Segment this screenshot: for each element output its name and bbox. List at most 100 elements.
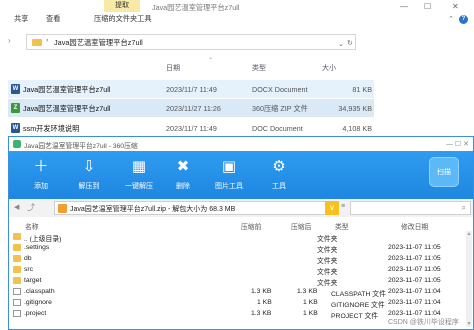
parent-folder-icon [13,233,21,240]
row-type: CLASSPATH 文件 [331,291,386,298]
row-modified: 2023-11-07 11:04 [388,310,441,317]
folder-icon [13,266,21,273]
close-icon[interactable]: ✕ [452,2,459,11]
tools-button[interactable]: ⚙ 工具 [253,154,305,198]
extract-to-label: 解压到 [78,183,100,190]
file-row[interactable]: W ssm开发环境说明 2023/11/7 11:49 DOC Document… [8,119,374,137]
row-original: 1 KB [303,299,318,306]
row-name: target [24,277,42,284]
folder-icon [13,277,21,284]
doc-icon: W [11,123,20,133]
row-type: GITIGNORE 文件 [331,302,385,309]
scroll-down-icon[interactable]: ▼ [466,321,472,327]
row-type: 文件夹 [317,258,338,265]
row-name: src [24,266,34,273]
delete-button[interactable]: ✖ 删除 [157,154,209,198]
watermark: CSDN @铁川毕设程序 [388,319,459,326]
zip-window-controls[interactable]: — ☐ ✕ [446,140,469,148]
file-icon [13,299,21,306]
file-size: 81 KB [352,85,372,94]
row-type: 文件夹 [317,236,338,243]
file-row[interactable]: Z Java园艺温室管理平台z7ull 2023/11/27 11:26 360… [8,99,374,117]
column-type[interactable]: 类型 [252,63,266,73]
zip-toolbar: ＋ 添加 ⇩ 解压到 ▦ 一键解压 ✖ 删除 ▣ 图片工具 ⚙ 工具 扫描 [9,151,473,199]
vertical-scrollbar[interactable]: ▲ ▼ [466,231,472,327]
file-size: 4,108 KB [342,124,372,133]
dropdown-v-icon[interactable]: ∨ [325,201,339,215]
zip-titlebar: Java园艺温室管理平台z7ull - 360压缩 — ☐ ✕ [9,137,473,151]
tab-compressed-folder-tools[interactable]: 压缩的文件夹工具 [94,14,152,24]
minimize-icon[interactable]: — [400,2,408,11]
window-title: Java园艺温室管理平台z7ull [152,3,240,12]
file-row[interactable]: W Java园艺温室管理平台z7ull 2023/11/7 11:49 DOCX… [8,80,374,98]
column-type[interactable]: 类型 [335,221,349,231]
address-bar[interactable]: › Java园艺温室管理平台z7ull [26,34,356,50]
row-modified: 2023-11-07 11:05 [388,277,441,284]
row-compressed: 1 KB [257,299,272,306]
refresh-icon[interactable]: ↻ [347,39,353,47]
collapse-ribbon-icon[interactable]: ⌃ [448,15,454,23]
row-compressed: 1.3 KB [251,310,272,317]
row-modified: 2023-11-07 11:04 [388,288,441,295]
zip-row[interactable]: db 文件夹 2023-11-07 11:05 [9,254,473,265]
file-icon [13,288,21,295]
add-label: 添加 [34,183,48,190]
column-size[interactable]: 大小 [322,63,336,73]
zip-path-box[interactable]: Java园艺温室管理平台z7ull.zip - 解包大小为 68.3 MB [54,201,338,215]
tools-icon: ⚙ [272,158,286,175]
folder-icon [13,255,21,262]
back-icon[interactable]: ◀ [14,203,19,211]
zip-column-header: 名称 压缩前 压缩后 类型 修改日期 [9,219,473,231]
scan-button[interactable]: 扫描 [429,157,459,187]
column-compressed[interactable]: 压缩前 [241,221,261,231]
zip-title: Java园艺温室管理平台z7ull - 360压缩 [24,143,138,150]
row-original: 1.3 KB [297,288,318,295]
image-tool-label: 图片工具 [215,183,243,190]
row-type: 文件夹 [317,269,338,276]
zip-search-input[interactable]: ⌕ [350,201,471,215]
tab-share[interactable]: 共享 [14,14,28,24]
zip-row[interactable]: .. (上级目录) 文件夹 [9,232,473,243]
zip-icon: Z [11,103,20,113]
nav-up-icon[interactable]: › [8,36,11,45]
extract-to-icon: ⇩ [82,158,96,175]
tab-view[interactable]: 查看 [46,14,60,24]
row-modified: 2023-11-07 11:05 [388,266,441,273]
extract-to-button[interactable]: ⇩ 解压到 [63,154,115,198]
file-icon [13,310,21,317]
tab-extract[interactable]: 提取 [104,0,140,12]
row-name: .settings [24,244,50,251]
column-date[interactable]: 日期 [166,63,180,73]
row-name: .classpath [24,288,55,295]
zip-row[interactable]: .gitignore 1 KB 1 KB GITIGNORE 文件 2023-1… [9,298,473,309]
zip-row[interactable]: .classpath 1.3 KB 1.3 KB CLASSPATH 文件 20… [9,287,473,298]
add-button[interactable]: ＋ 添加 [15,154,67,198]
row-original: 1 KB [303,310,318,317]
app-logo-icon [13,140,21,148]
scroll-up-icon[interactable]: ▲ [466,231,472,237]
help-icon[interactable]: ? [459,15,468,24]
address-dropdown-icon[interactable]: ⌄ [338,40,344,48]
zip-row[interactable]: target 文件夹 2023-11-07 11:05 [9,276,473,287]
column-name[interactable]: 名称 [25,221,39,231]
column-original[interactable]: 压缩后 [291,221,311,231]
file-name: Java园艺温室管理平台z7ull [23,85,111,94]
file-type: DOCX Document [252,85,308,94]
menu-icon[interactable]: ≡ [341,203,345,210]
maximize-icon[interactable]: ☐ [424,2,431,11]
up-folder-icon[interactable]: ⤴ [27,202,35,213]
explorer-ribbon: 提取 Java园艺温室管理平台z7ull — ☐ ✕ 共享 查看 压缩的文件夹工… [0,0,474,28]
file-size: 34,935 KB [338,104,372,113]
file-name: ssm开发环境说明 [23,124,80,133]
column-modified[interactable]: 修改日期 [401,221,428,231]
image-tool-button[interactable]: ▣ 图片工具 [203,154,255,198]
row-name: .gitignore [24,299,52,306]
image-tool-icon: ▣ [221,158,237,175]
zip-row[interactable]: src 文件夹 2023-11-07 11:05 [9,265,473,276]
word-icon: W [11,84,20,94]
zip-path: Java园艺温室管理平台z7ull.zip - 解包大小为 68.3 MB [70,206,236,213]
file-date: 2023/11/7 11:49 [166,124,217,133]
one-click-extract-icon: ▦ [131,158,147,175]
zip-row[interactable]: .settings 文件夹 2023-11-07 11:05 [9,243,473,254]
zip-address-row: ◀ ⤴ Java园艺温室管理平台z7ull.zip - 解包大小为 68.3 M… [9,199,473,217]
